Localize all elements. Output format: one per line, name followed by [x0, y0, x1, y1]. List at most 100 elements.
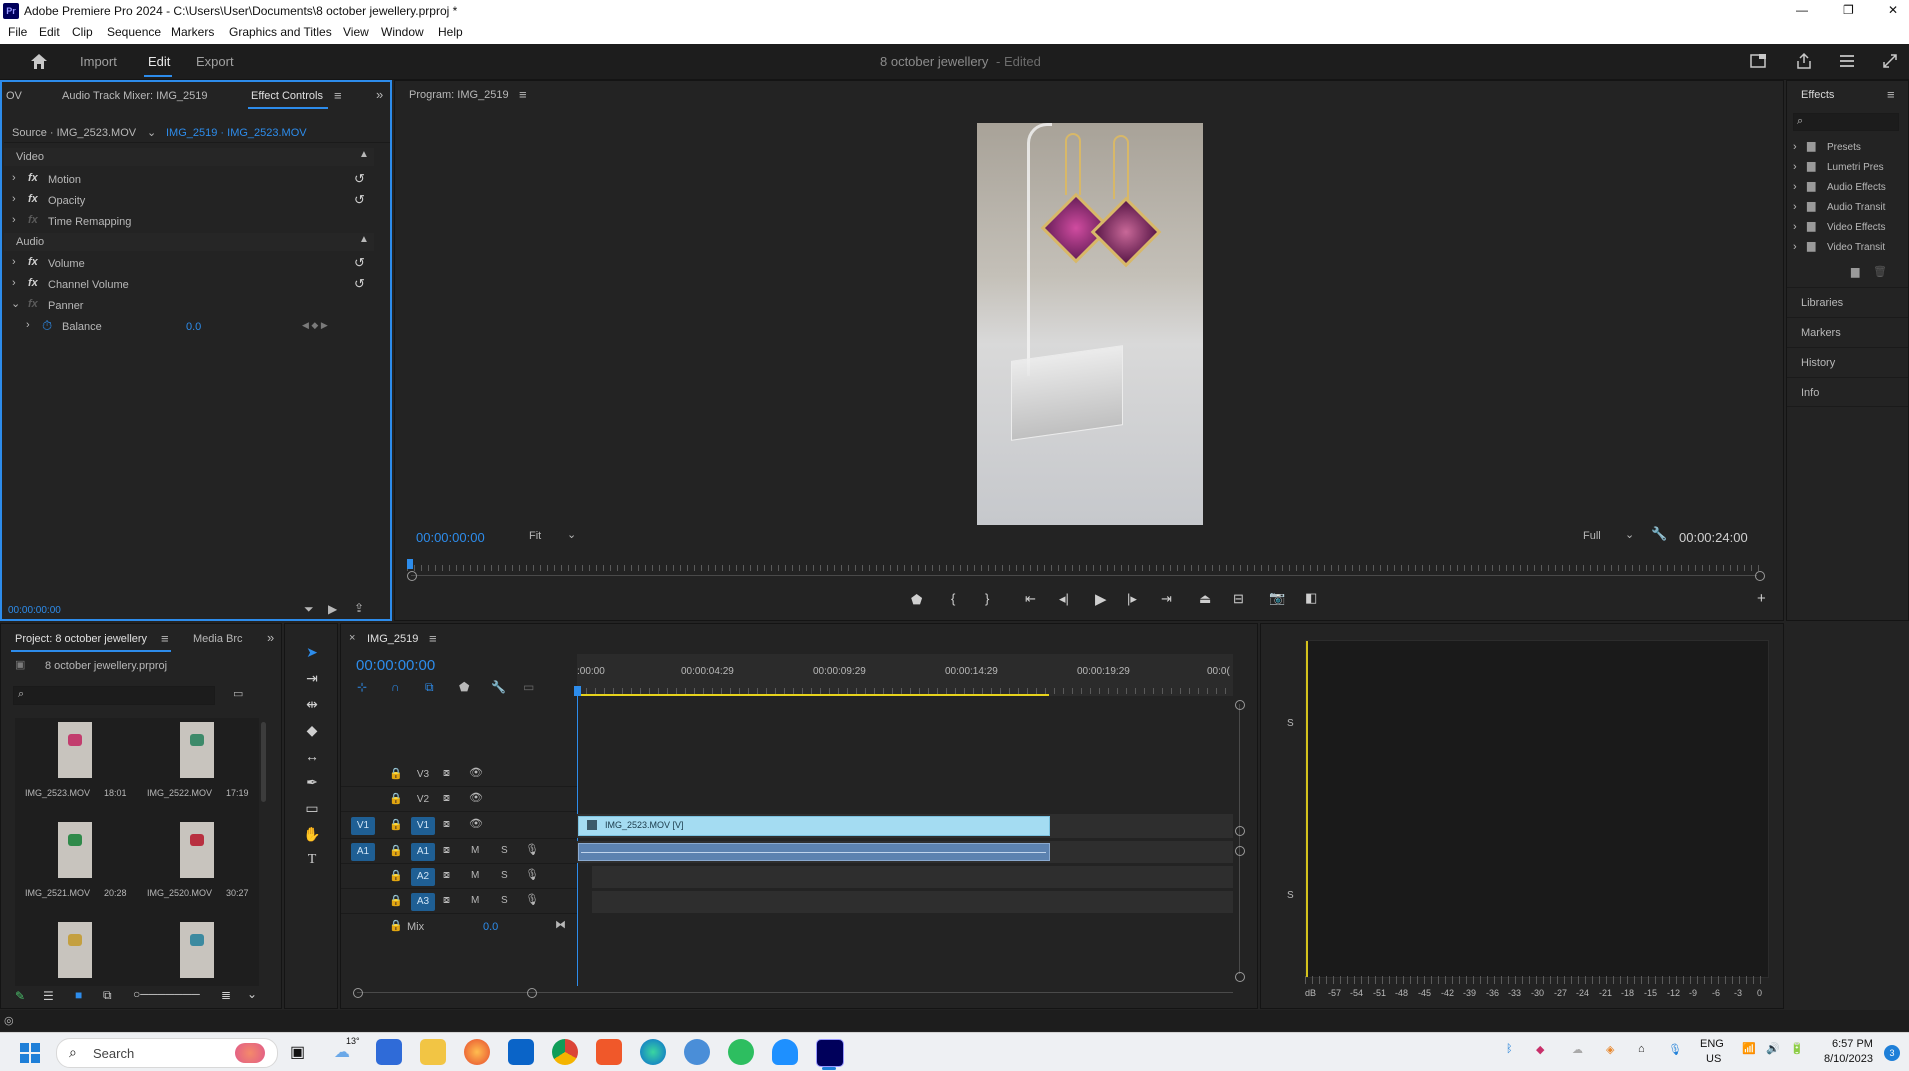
- close-tab-icon[interactable]: ×: [349, 632, 355, 644]
- track-label[interactable]: A3: [411, 893, 435, 911]
- microphone-icon[interactable]: 🎙: [1668, 1043, 1682, 1056]
- language-line2[interactable]: US: [1706, 1053, 1721, 1065]
- project-scrollbar[interactable]: [261, 722, 266, 802]
- ec-timecode[interactable]: 00:00:00:00: [8, 605, 61, 616]
- fx-icon[interactable]: fx: [28, 277, 38, 289]
- expand-icon[interactable]: ›: [1793, 161, 1797, 173]
- project-search-input[interactable]: ⌕: [13, 686, 215, 705]
- reset-icon[interactable]: ↺: [354, 276, 365, 292]
- tab-media-browser[interactable]: Media Brc: [193, 633, 243, 645]
- program-playhead[interactable]: [407, 559, 413, 569]
- nest-icon[interactable]: ⊹: [357, 680, 367, 694]
- expand-icon[interactable]: ›: [1793, 221, 1797, 233]
- expand-icon[interactable]: ›: [12, 277, 16, 289]
- sync-lock-icon[interactable]: ⧇: [443, 869, 450, 882]
- timeline-v-scrollbar[interactable]: [1239, 704, 1240, 974]
- razor-tool-icon[interactable]: ◆: [301, 722, 323, 742]
- mark-out-icon[interactable]: }: [985, 591, 989, 606]
- new-bin-icon[interactable]: ▆: [1851, 265, 1859, 278]
- tab-export[interactable]: Export: [196, 54, 234, 69]
- menu-sequence[interactable]: Sequence: [107, 25, 161, 39]
- close-button[interactable]: ✕: [1888, 3, 1898, 17]
- home-icon[interactable]: [30, 53, 48, 70]
- timeline-timecode[interactable]: 00:00:00:00: [356, 657, 435, 674]
- track-label[interactable]: V3: [411, 766, 435, 784]
- solo-left-button[interactable]: S: [1287, 718, 1294, 729]
- sort-icon[interactable]: ≣: [221, 988, 231, 1002]
- expand-icon[interactable]: ›: [1793, 241, 1797, 253]
- mute-button[interactable]: M: [471, 895, 479, 906]
- track-label[interactable]: A2: [411, 868, 435, 886]
- menu-markers[interactable]: Markers: [171, 25, 214, 39]
- file-explorer-icon[interactable]: [420, 1039, 446, 1065]
- camera-icon[interactable]: 📷: [1269, 590, 1285, 606]
- project-item[interactable]: IMG_2522.MOV 17:19: [137, 718, 257, 808]
- qbittorrent-icon[interactable]: [684, 1039, 710, 1065]
- folder-audio-transitions[interactable]: › ▆ Audio Transit: [1791, 199, 1906, 217]
- reset-icon[interactable]: ↺: [354, 171, 365, 187]
- status-icon[interactable]: ◎: [4, 1014, 14, 1027]
- folder-audio-effects[interactable]: › ▆ Audio Effects: [1791, 179, 1906, 197]
- program-video-frame[interactable]: [977, 123, 1203, 525]
- fullscreen-icon[interactable]: [1882, 53, 1898, 69]
- volume-icon[interactable]: 🔊: [1766, 1042, 1780, 1055]
- track-select-tool-icon[interactable]: ⇥: [301, 670, 323, 690]
- effects-title[interactable]: Effects: [1801, 89, 1834, 101]
- windows-start-icon[interactable]: [20, 1043, 40, 1063]
- usb-icon[interactable]: ⌂: [1638, 1043, 1645, 1055]
- go-to-out-icon[interactable]: ⇥: [1161, 591, 1172, 607]
- solo-right-button[interactable]: S: [1287, 890, 1294, 901]
- quality-select[interactable]: Full ⌄: [1579, 528, 1639, 544]
- expanded-icon[interactable]: ⌄: [11, 297, 20, 310]
- onedrive-icon[interactable]: [772, 1039, 798, 1065]
- new-bin-icon[interactable]: ▭: [233, 687, 243, 700]
- pencil-icon[interactable]: ✎: [15, 989, 25, 1003]
- keyframe-nav-icon[interactable]: ◀ ◆ ▶: [302, 320, 328, 331]
- microphone-icon[interactable]: 🎙: [525, 893, 539, 906]
- ripple-edit-tool-icon[interactable]: ⇹: [301, 696, 323, 716]
- wrench-icon[interactable]: 🔧: [491, 680, 506, 694]
- v-scroll-handle[interactable]: [1235, 700, 1245, 710]
- project-item[interactable]: [137, 918, 257, 986]
- sync-lock-icon[interactable]: ⧇: [443, 818, 450, 831]
- outlook-icon[interactable]: [508, 1039, 534, 1065]
- task-view-icon[interactable]: ▣: [290, 1042, 305, 1062]
- v-scroll-handle[interactable]: [1235, 826, 1245, 836]
- video-clip[interactable]: IMG_2523.MOV [V]: [578, 816, 1050, 836]
- mix-value[interactable]: 0.0: [483, 921, 498, 933]
- lock-icon[interactable]: 🔒: [389, 919, 403, 932]
- fx-icon[interactable]: fx: [28, 256, 38, 268]
- tab-ov[interactable]: OV: [6, 90, 22, 102]
- mute-button[interactable]: M: [471, 870, 479, 881]
- folder-video-effects[interactable]: › ▆ Video Effects: [1791, 219, 1906, 237]
- panel-menu-icon[interactable]: ≡: [1887, 87, 1895, 102]
- solo-button[interactable]: S: [501, 845, 508, 856]
- menu-window[interactable]: Window: [381, 25, 424, 39]
- sync-lock-icon[interactable]: ⧇: [443, 767, 450, 780]
- expand-icon[interactable]: ›: [1793, 201, 1797, 213]
- v-scroll-handle[interactable]: [1235, 972, 1245, 982]
- program-timecode[interactable]: 00:00:00:00: [416, 530, 485, 545]
- effect-motion[interactable]: › fx Motion ↺: [10, 170, 380, 190]
- fx-icon[interactable]: fx: [28, 193, 38, 205]
- sync-lock-icon[interactable]: ⧇: [443, 792, 450, 805]
- section-libraries[interactable]: Libraries: [1787, 287, 1908, 316]
- section-history[interactable]: History: [1787, 347, 1908, 376]
- captions-icon[interactable]: ▭: [523, 680, 534, 694]
- trash-icon[interactable]: 🗑: [1873, 265, 1887, 278]
- selection-tool-icon[interactable]: ➤: [301, 644, 323, 664]
- step-forward-icon[interactable]: |▸: [1127, 591, 1137, 607]
- tab-import[interactable]: Import: [80, 54, 117, 69]
- premiere-pro-icon[interactable]: [816, 1039, 844, 1067]
- solo-button[interactable]: S: [501, 870, 508, 881]
- tab-audio-track-mixer[interactable]: Audio Track Mixer: IMG_2519: [62, 90, 208, 102]
- folder-lumetri-presets[interactable]: › ▆ Lumetri Pres: [1791, 159, 1906, 177]
- section-markers[interactable]: Markers: [1787, 317, 1908, 346]
- scroll-handle-left[interactable]: [407, 571, 417, 581]
- language-line1[interactable]: ENG: [1700, 1038, 1724, 1050]
- lock-icon[interactable]: 🔒: [389, 869, 403, 882]
- add-marker-icon[interactable]: ⬟: [459, 680, 469, 694]
- chevron-down-icon[interactable]: ⌄: [147, 126, 156, 139]
- panel-menu-icon[interactable]: ≡: [161, 631, 169, 646]
- expand-icon[interactable]: ›: [12, 193, 16, 205]
